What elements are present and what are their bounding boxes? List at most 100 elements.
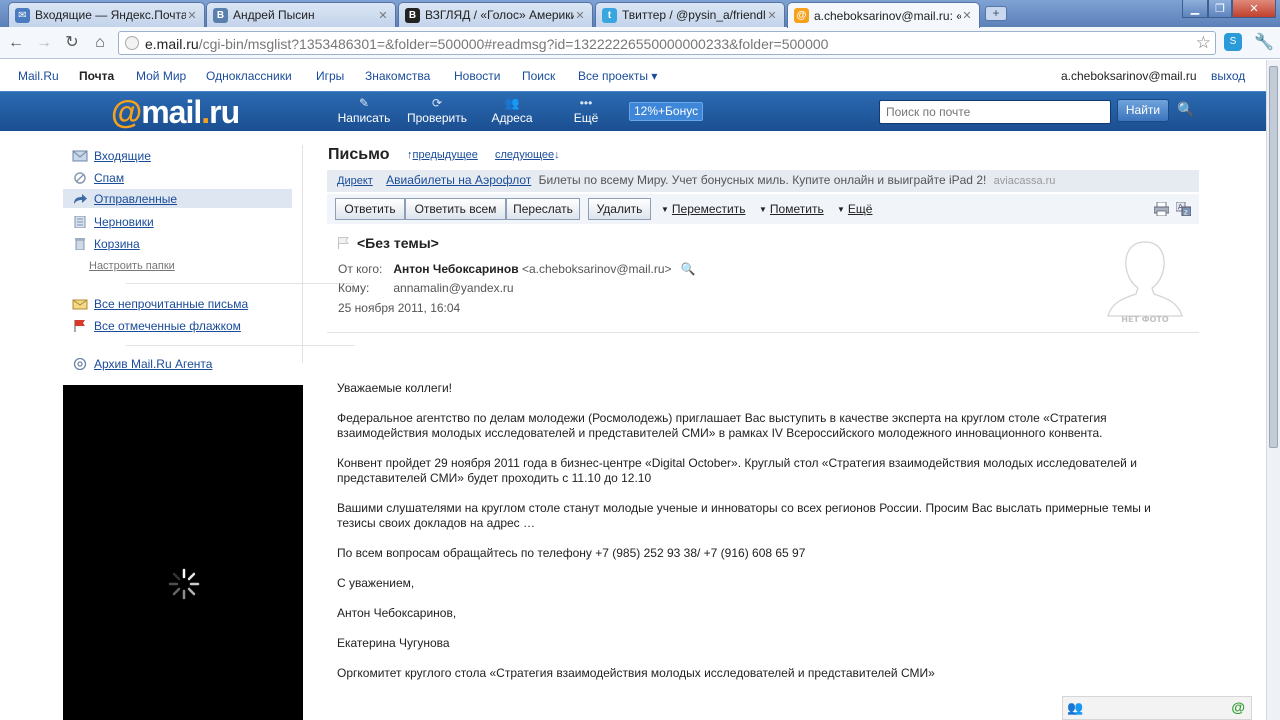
mail-header: @mail.ru ✎ Написать ⟳ Проверить 👥 Адреса… [0,91,1266,131]
browser-tab-yandex-inbox[interactable]: ✉ Входящие — Яндекс.Почта ✕ [8,2,205,27]
more-label: Ещё [573,111,599,125]
ad-domain[interactable]: aviacassa.ru [994,175,1056,187]
portal-link-search[interactable]: Поиск [522,69,555,83]
sidebar-item-label[interactable]: Спам [94,171,124,185]
reply-all-button[interactable]: Ответить всем [405,198,506,220]
sidebar-item-label[interactable]: Архив Mail.Ru Агента [94,357,212,371]
address-bar[interactable]: e.mail.ru/cgi-bin/msglist?1353486301=&fo… [118,31,1216,55]
home-icon[interactable]: ⌂ [89,33,111,53]
flag-outline-icon[interactable] [337,237,349,249]
portal-link-odnoklassniki[interactable]: Одноклассники [206,69,292,83]
more-button[interactable]: ••• Ещё [551,96,621,125]
video-ad-panel[interactable] [63,385,303,720]
twitter-icon: t [602,7,617,23]
page-scrollbar[interactable] [1266,60,1280,720]
recipient-email[interactable]: annamalin@yandex.ru [393,281,513,295]
body-paragraph: Конвент пройдет 29 ноября 2011 года в би… [337,456,1137,485]
bonus-badge[interactable]: 12%+Бонус [629,102,704,121]
close-tab-icon[interactable]: ✕ [377,9,389,22]
compose-button[interactable]: ✎ Написать [329,96,399,125]
browser-tab-twitter[interactable]: t Твиттер / @pysin_a/friendlist ✕ [595,2,785,27]
page-info-icon[interactable] [125,36,139,50]
sidebar-item-label[interactable]: Черновики [94,215,154,229]
portal-link-news[interactable]: Новости [454,69,500,83]
logout-link[interactable]: выход [1211,69,1245,83]
forward-icon[interactable]: → [33,33,55,53]
portal-link-moi-mir[interactable]: Мой Мир [136,69,186,83]
extension-icon[interactable]: S [1224,33,1242,51]
sidebar-item-trash[interactable]: Корзина [63,234,140,253]
reply-button[interactable]: Ответить [335,198,405,220]
dots-icon: ••• [579,96,593,110]
minimize-button[interactable]: ▁ [1182,0,1208,18]
user-email[interactable]: a.cheboksarinov@mail.ru [1061,69,1197,83]
mailru-icon: @ [794,8,809,23]
close-tab-icon[interactable]: ✕ [186,9,198,22]
forward-button[interactable]: Переслать [506,198,580,220]
addresses-button[interactable]: 👥 Адреса [477,96,547,125]
sidebar-item-inbox[interactable]: Входящие [63,146,151,165]
sidebar-item-drafts[interactable]: Черновики [63,212,154,231]
prev-message-link[interactable]: ↑предыдущее [407,149,478,161]
reload-icon[interactable]: ↻ [61,33,83,53]
body-paragraph: Екатерина Чугунова [337,636,450,650]
header-separator [327,332,1199,333]
sidebar-item-label[interactable]: Корзина [94,237,140,251]
mark-label: Пометить [769,202,824,216]
move-dropdown[interactable]: ▼ Переместить [661,202,745,216]
contacts-tray-icon[interactable]: 👥 [1067,700,1083,716]
bookmark-star-icon[interactable]: ☆ [1196,33,1211,53]
print-icon[interactable] [1154,202,1169,216]
maximize-button[interactable]: ❐ [1208,0,1232,18]
sidebar-item-label[interactable]: Входящие [94,149,151,163]
check-mail-button[interactable]: ⟳ Проверить [402,96,472,125]
tab-title: ВЗГЛЯД / «Голос» Америки [425,8,574,22]
sidebar-divider [302,145,303,363]
advanced-search-icon[interactable]: 🔍 [1177,101,1194,118]
portal-link-mailru[interactable]: Mail.Ru [18,69,59,83]
more-actions-dropdown[interactable]: ▼ Ещё [837,202,872,216]
browser-tab-mailru[interactable]: @ a.cheboksarinov@mail.ru: « ✕ [787,2,980,28]
wrench-icon[interactable]: 🔧 [1254,32,1274,52]
new-tab-button[interactable]: + [985,6,1007,21]
sidebar-item-spam[interactable]: Спам [63,168,124,187]
close-tab-icon[interactable]: ✕ [961,9,973,22]
scrollbar-thumb[interactable] [1269,66,1278,448]
delete-button[interactable]: Удалить [588,198,651,220]
mail-search-input[interactable] [879,100,1111,124]
search-button[interactable]: Найти [1117,99,1169,122]
ad-text: Билеты по всему Миру. Учет бонусных миль… [538,173,987,187]
sender-email[interactable]: <a.cheboksarinov@mail.ru> [522,262,672,276]
portal-link-all-projects[interactable]: Все проекты ▾ [578,69,657,83]
mark-dropdown[interactable]: ▼ Пометить [759,202,824,216]
sidebar-item-label[interactable]: Отправленные [94,192,177,206]
sidebar-item-agent-archive[interactable]: Архив Mail.Ru Агента [63,354,212,373]
close-tab-icon[interactable]: ✕ [766,9,778,22]
portal-link-dating[interactable]: Знакомства [365,69,430,83]
agent-status-icon[interactable]: @ [1231,699,1245,715]
back-icon[interactable]: ← [5,33,27,53]
portal-link-games[interactable]: Игры [316,69,344,83]
sidebar-item-label[interactable]: Все непрочитанные письма [94,297,248,311]
browser-tab-vk[interactable]: В Андрей Пысин ✕ [206,2,396,27]
translate-icon[interactable]: Az [1176,202,1191,216]
sidebar-item-flagged[interactable]: Все отмеченные флажком [63,316,241,335]
setup-folders-link[interactable]: Настроить папки [89,260,175,272]
check-label: Проверить [406,111,467,125]
next-message-link[interactable]: следующее↓ [495,149,560,161]
sidebar-item-label[interactable]: Все отмеченные флажком [94,319,241,333]
sender-search-icon[interactable]: 🔍 [681,262,696,276]
mailru-logo[interactable]: @mail.ru [111,94,240,131]
direct-label[interactable]: Директ [337,175,373,187]
red-flag-icon [74,319,85,332]
url-text: e.mail.ru/cgi-bin/msglist?1353486301=&fo… [145,36,828,52]
sidebar-item-sent[interactable]: Отправленные [63,189,292,208]
close-window-button[interactable]: ✕ [1232,0,1276,18]
ad-link[interactable]: Авиабилеты на Аэрофлот [386,173,531,187]
sidebar-item-unread[interactable]: Все непрочитанные письма [63,294,248,313]
sender-name[interactable]: Антон Чебоксаринов [393,262,518,276]
body-paragraph: Федеральное агентство по делам молодежи … [337,411,1107,440]
close-tab-icon[interactable]: ✕ [574,9,586,22]
portal-link-mail[interactable]: Почта [79,69,114,83]
browser-tab-vzglyad[interactable]: В ВЗГЛЯД / «Голос» Америки ✕ [398,2,593,27]
